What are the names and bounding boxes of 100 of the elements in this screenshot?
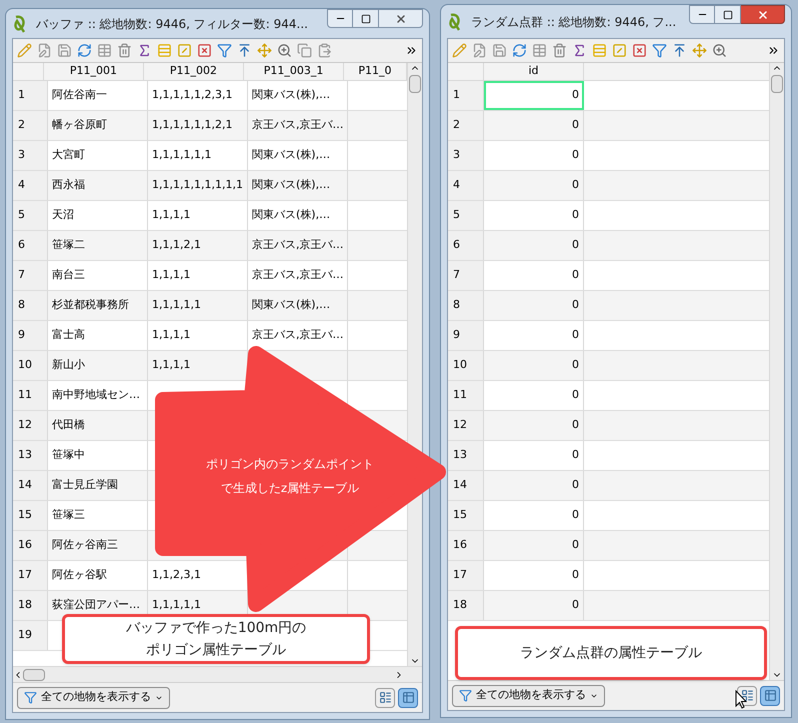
row-header[interactable]: 7	[13, 261, 48, 290]
paste-icon[interactable]	[317, 43, 332, 58]
table-view-button[interactable]	[760, 686, 780, 706]
row-header[interactable]: 15	[13, 501, 48, 530]
move-top-icon[interactable]	[672, 43, 687, 58]
scrollbar-thumb[interactable]	[771, 75, 783, 93]
row-header[interactable]: 13	[13, 441, 48, 470]
table-cell: 南中野地域セン…	[48, 381, 148, 410]
row-header[interactable]: 5	[13, 201, 48, 230]
row-header[interactable]: 11	[13, 381, 48, 410]
row-header[interactable]: 14	[13, 471, 48, 500]
table-icon[interactable]	[532, 43, 547, 58]
close-button[interactable]	[379, 9, 423, 28]
table-cell: 1,1,1,1,1,1,2,1	[148, 111, 248, 140]
row-header[interactable]: 6	[13, 231, 48, 260]
callout-text: ポリゴン属性テーブル	[146, 641, 286, 660]
maximize-button[interactable]	[715, 5, 741, 24]
table-cell: 大宮町	[48, 141, 148, 170]
table-cell: 1,1,1,1,1,2,3,1	[148, 81, 248, 110]
row-header[interactable]: 2	[448, 111, 484, 140]
vertical-scrollbar[interactable]	[769, 63, 784, 680]
row-header[interactable]: 8	[448, 291, 484, 320]
square-slash-icon[interactable]	[612, 43, 627, 58]
row-header[interactable]: 3	[448, 141, 484, 170]
table-cell: 0	[484, 591, 584, 620]
search-icon[interactable]	[712, 43, 727, 58]
row-header[interactable]: 12	[448, 411, 484, 440]
row-header[interactable]: 3	[13, 141, 48, 170]
save-icon[interactable]	[492, 43, 507, 58]
column-header[interactable]: P11_002	[144, 63, 244, 80]
row-header[interactable]: 16	[13, 531, 48, 560]
maximize-button[interactable]	[353, 9, 379, 28]
filter-dropdown[interactable]: 全ての地物を表示する	[452, 684, 605, 706]
table-cell: 0	[484, 201, 584, 230]
row-header[interactable]: 13	[448, 441, 484, 470]
refresh-icon[interactable]	[77, 43, 92, 58]
row-header[interactable]: 1	[13, 81, 48, 110]
row-header[interactable]: 9	[448, 321, 484, 350]
edit-icon[interactable]	[37, 43, 52, 58]
square-x-icon[interactable]	[632, 43, 647, 58]
sigma-icon[interactable]	[572, 43, 587, 58]
sigma-icon[interactable]	[137, 43, 152, 58]
table-cell: 1,1,1,1,1,1	[148, 141, 248, 170]
save-icon[interactable]	[57, 43, 72, 58]
trash-icon[interactable]	[117, 43, 132, 58]
row-header[interactable]: 10	[13, 351, 48, 380]
filter-icon[interactable]	[217, 43, 232, 58]
table-cell: 1,1,1,1	[148, 261, 248, 290]
row-header[interactable]: 19	[13, 621, 48, 650]
row-header[interactable]: 15	[448, 501, 484, 530]
row-header[interactable]: 18	[13, 591, 48, 620]
row-header[interactable]: 4	[448, 171, 484, 200]
row-header[interactable]: 9	[13, 321, 48, 350]
filter-icon[interactable]	[652, 43, 667, 58]
vertical-scrollbar[interactable]	[407, 63, 422, 666]
row-header[interactable]: 17	[13, 561, 48, 590]
table-cell: 1,1,1,1	[148, 201, 248, 230]
trash-icon[interactable]	[552, 43, 567, 58]
row-header[interactable]: 16	[448, 531, 484, 560]
row-header[interactable]: 10	[448, 351, 484, 380]
refresh-icon[interactable]	[512, 43, 527, 58]
search-icon[interactable]	[277, 43, 292, 58]
row-header[interactable]: 8	[13, 291, 48, 320]
move-top-icon[interactable]	[237, 43, 252, 58]
table-cell: 1,1,1,1,1,1,1,1,1	[148, 171, 248, 200]
table-cell: 0	[484, 441, 584, 470]
row-header[interactable]: 18	[448, 591, 484, 620]
edit-icon[interactable]	[472, 43, 487, 58]
column-header[interactable]: P11_003_1	[244, 63, 344, 80]
horizontal-scrollbar[interactable]	[13, 666, 422, 682]
close-button[interactable]	[741, 5, 785, 24]
row-header[interactable]: 1	[448, 81, 484, 110]
row-header[interactable]: 5	[448, 201, 484, 230]
overflow-icon[interactable]	[767, 44, 780, 57]
row-header[interactable]: 6	[448, 231, 484, 260]
pencil-icon[interactable]	[17, 43, 32, 58]
row-header[interactable]: 14	[448, 471, 484, 500]
scrollbar-thumb[interactable]	[409, 75, 421, 93]
row-header[interactable]: 7	[448, 261, 484, 290]
row-header[interactable]: 4	[13, 171, 48, 200]
table-cell: 0	[484, 561, 584, 590]
square-slash-icon[interactable]	[177, 43, 192, 58]
pencil-icon[interactable]	[452, 43, 467, 58]
overflow-icon[interactable]	[405, 44, 418, 57]
form-view-icon	[378, 691, 392, 704]
table-cell: 幡ヶ谷原町	[48, 111, 148, 140]
scrollbar-thumb[interactable]	[23, 668, 45, 680]
row-header[interactable]: 17	[448, 561, 484, 590]
move-icon[interactable]	[692, 43, 707, 58]
table-view-button[interactable]	[398, 688, 418, 708]
table-icon[interactable]	[97, 43, 112, 58]
row-header[interactable]: 12	[13, 411, 48, 440]
column-header[interactable]: P11_001	[44, 63, 144, 80]
square-x-icon[interactable]	[197, 43, 212, 58]
copy-icon[interactable]	[297, 43, 312, 58]
row-header[interactable]: 11	[448, 381, 484, 410]
row-header[interactable]: 2	[13, 111, 48, 140]
move-icon[interactable]	[257, 43, 272, 58]
filter-dropdown[interactable]: 全ての地物を表示する	[17, 686, 170, 708]
table-cell: 京王バス,京王バ…	[248, 231, 348, 260]
